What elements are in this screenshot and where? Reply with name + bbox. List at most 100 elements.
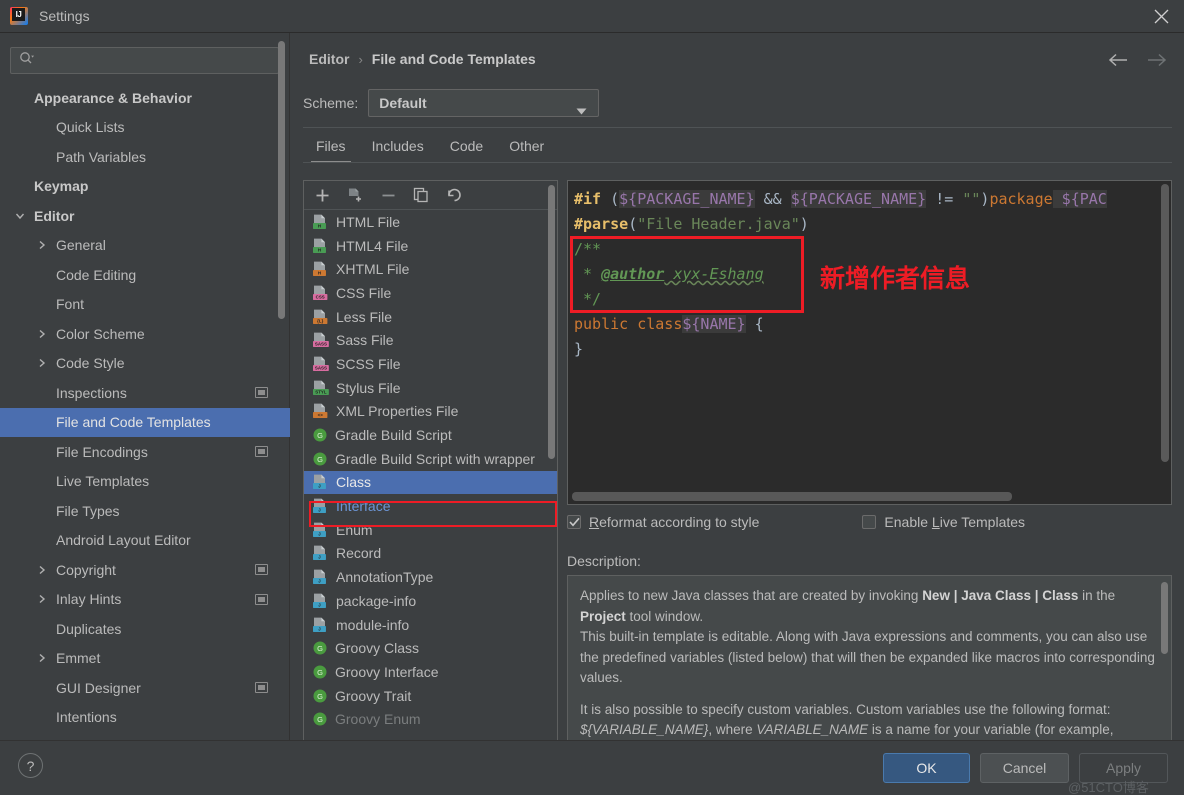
template-list-item[interactable]: G Gradle Build Script with wrapper	[304, 447, 557, 471]
search-input[interactable]	[35, 53, 278, 68]
description-label: Description:	[567, 553, 641, 569]
template-list-item[interactable]: H HTML4 File	[304, 234, 557, 258]
editor-hscrollbar-thumb[interactable]	[572, 492, 1012, 501]
back-arrow-icon[interactable]	[1107, 49, 1129, 71]
window-title: Settings	[39, 8, 90, 24]
template-list-item[interactable]: SASS Sass File	[304, 328, 557, 352]
chevron-right-icon[interactable]	[36, 328, 48, 340]
dialog-footer: ? OK Cancel Apply @51CTO博客	[0, 740, 1184, 795]
template-list-item[interactable]: G Groovy Enum	[304, 707, 557, 731]
java-file-icon: J	[312, 474, 329, 490]
enable-live-templates-label[interactable]: Enable Live Templates	[884, 514, 1025, 530]
description-scrollbar-thumb[interactable]	[1161, 582, 1168, 654]
close-icon[interactable]	[1138, 0, 1184, 33]
scheme-combobox[interactable]: Default	[368, 89, 600, 120]
chevron-right-icon[interactable]	[36, 593, 48, 605]
svg-text:CSS: CSS	[316, 295, 325, 300]
chevron-right-icon[interactable]	[36, 239, 48, 251]
chevron-down-icon[interactable]	[14, 210, 26, 222]
breadcrumb-parent[interactable]: Editor	[309, 51, 349, 67]
tab-files[interactable]: Files	[303, 138, 359, 163]
sidebar-item-gui-designer[interactable]: GUI Designer	[0, 673, 290, 703]
sidebar-item-editor[interactable]: Editor	[0, 201, 290, 231]
sidebar-item-path-variables[interactable]: Path Variables	[0, 142, 290, 172]
template-list-item[interactable]: J Record	[304, 542, 557, 566]
apply-button: Apply	[1079, 753, 1168, 783]
template-list-item[interactable]: STYL Stylus File	[304, 376, 557, 400]
templates-list[interactable]: H HTML File H HTML4 File H XHTML File CSS CSS F…	[304, 210, 557, 763]
template-list-item[interactable]: Jmodule-info	[304, 613, 557, 637]
less-file-icon: {L}	[312, 309, 329, 325]
sidebar-item-file-and-code-templates[interactable]: File and Code Templates	[0, 407, 290, 437]
sidebar-item-quick-lists[interactable]: Quick Lists	[0, 113, 290, 143]
template-list-item[interactable]: G Groovy Trait	[304, 684, 557, 708]
forward-arrow-icon[interactable]	[1146, 49, 1168, 71]
sidebar-item-label: GUI Designer	[56, 679, 141, 696]
sidebar-item-general[interactable]: General	[0, 231, 290, 261]
sidebar-item-duplicates[interactable]: Duplicates	[0, 614, 290, 644]
sidebar-item-appearance-behavior[interactable]: Appearance & Behavior	[0, 83, 290, 113]
reformat-checkbox-label[interactable]: Reformat according to style	[589, 514, 759, 530]
minus-icon[interactable]	[378, 185, 398, 205]
sidebar-item-copyright[interactable]: Copyright	[0, 555, 290, 585]
template-list-item[interactable]: H HTML File	[304, 210, 557, 234]
svg-text:<>: <>	[318, 413, 324, 418]
template-list-item[interactable]: CSS CSS File	[304, 281, 557, 305]
sidebar-item-android-layout-editor[interactable]: Android Layout Editor	[0, 526, 290, 556]
chevron-right-icon[interactable]	[36, 357, 48, 369]
template-list-item[interactable]: J Class	[304, 470, 557, 495]
template-list-item[interactable]: J Interface	[304, 494, 557, 518]
help-button[interactable]: ?	[18, 753, 43, 778]
search-field[interactable]	[10, 47, 279, 74]
tab-other[interactable]: Other	[496, 138, 557, 163]
sidebar-scrollbar-thumb[interactable]	[278, 41, 285, 319]
svg-text:STYL: STYL	[315, 389, 327, 394]
sidebar-item-font[interactable]: Font	[0, 290, 290, 320]
template-list-item[interactable]: Jpackage-info	[304, 589, 557, 613]
settings-tree[interactable]: Appearance & Behavior Quick Lists Path Var…	[0, 83, 290, 740]
ok-button[interactable]: OK	[883, 753, 970, 783]
sidebar-item-inspections[interactable]: Inspections	[0, 378, 290, 408]
sidebar-item-file-encodings[interactable]: File Encodings	[0, 437, 290, 467]
templates-list-scrollbar-thumb[interactable]	[548, 185, 555, 459]
sidebar-item-emmet[interactable]: Emmet	[0, 644, 290, 674]
sidebar-item-live-templates[interactable]: Live Templates	[0, 467, 290, 497]
tab-includes[interactable]: Includes	[359, 138, 437, 163]
revert-icon[interactable]	[444, 185, 464, 205]
new-child-icon[interactable]	[345, 185, 365, 205]
template-list-item-label: Less File	[336, 308, 393, 325]
template-list-item[interactable]: J Enum	[304, 518, 557, 542]
sidebar-item-label: Live Templates	[56, 473, 150, 490]
template-list-item[interactable]: <> XML Properties File	[304, 400, 557, 424]
template-editor[interactable]: #if (${PACKAGE_NAME} && ${PACKAGE_NAME} …	[567, 180, 1172, 505]
template-list-item-label: Enum	[336, 521, 373, 538]
editor-scrollbar-thumb[interactable]	[1161, 184, 1169, 462]
template-list-item[interactable]: J AnnotationType	[304, 565, 557, 589]
template-list-item[interactable]: {L} Less File	[304, 305, 557, 329]
sidebar-item-intentions[interactable]: Intentions	[0, 703, 290, 733]
tab-code[interactable]: Code	[437, 138, 496, 163]
template-list-item[interactable]: G Gradle Build Script	[304, 423, 557, 447]
description-text: Applies to new Java classes that are cre…	[568, 576, 1171, 763]
chevron-down-icon	[576, 102, 587, 120]
sidebar-item-keymap[interactable]: Keymap	[0, 172, 290, 202]
template-list-item[interactable]: SASS SCSS File	[304, 352, 557, 376]
css-file-icon: CSS	[312, 285, 329, 301]
chevron-right-icon[interactable]	[36, 564, 48, 576]
cancel-button[interactable]: Cancel	[980, 753, 1069, 783]
sidebar-item-label: Duplicates	[56, 620, 122, 637]
sidebar-item-inlay-hints[interactable]: Inlay Hints	[0, 585, 290, 615]
template-list-item[interactable]: G Groovy Class	[304, 636, 557, 660]
template-list-item[interactable]: H XHTML File	[304, 257, 557, 281]
sidebar-item-file-types[interactable]: File Types	[0, 496, 290, 526]
plus-icon[interactable]	[312, 185, 332, 205]
svg-text:G: G	[317, 644, 323, 653]
copy-icon[interactable]	[411, 185, 431, 205]
template-list-item[interactable]: G Groovy Interface	[304, 660, 557, 684]
chevron-right-icon[interactable]	[36, 652, 48, 664]
sidebar-item-color-scheme[interactable]: Color Scheme	[0, 319, 290, 349]
enable-live-templates-checkbox[interactable]	[862, 515, 877, 529]
reformat-checkbox[interactable]	[567, 515, 581, 529]
sidebar-item-code-editing[interactable]: Code Editing	[0, 260, 290, 290]
sidebar-item-code-style[interactable]: Code Style	[0, 349, 290, 379]
